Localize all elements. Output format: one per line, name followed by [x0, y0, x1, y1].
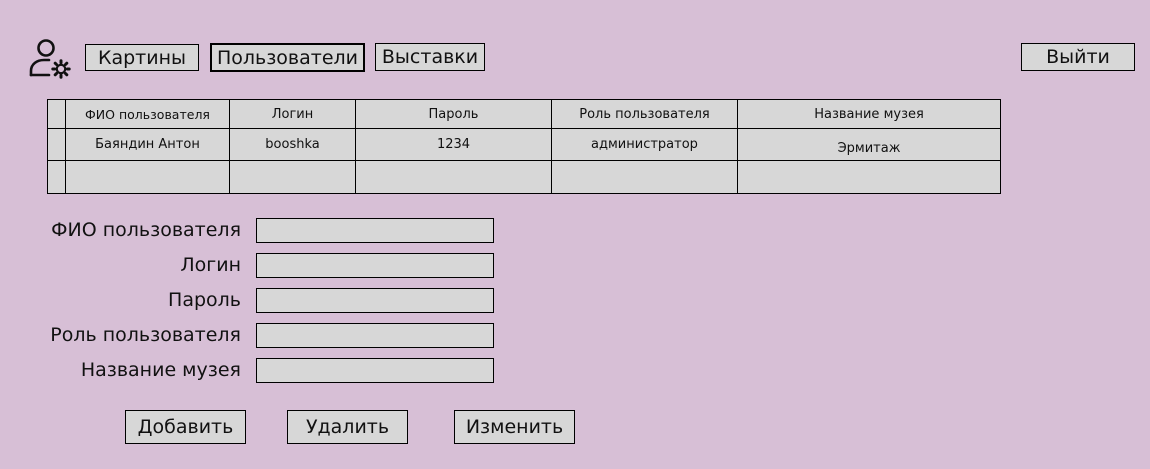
full-name-field[interactable] [256, 218, 494, 243]
museum-field[interactable] [256, 358, 494, 383]
users-table: ФИО пользователя Логин Пароль Роль польз… [47, 99, 1001, 194]
table-cell[interactable]: booshka [229, 128, 356, 161]
table-cell[interactable] [551, 160, 738, 194]
column-header[interactable]: Название музея [737, 99, 1001, 129]
table-cell[interactable] [229, 160, 356, 194]
table-cell[interactable] [65, 160, 230, 194]
row-selector[interactable] [47, 128, 66, 161]
table-header-row: ФИО пользователя Логин Пароль Роль польз… [47, 99, 1001, 129]
password-label: Пароль [168, 289, 241, 311]
role-label: Роль пользователя [50, 324, 241, 346]
column-header[interactable]: Логин [229, 99, 356, 129]
edit-button[interactable]: Изменить [454, 410, 575, 444]
login-field[interactable] [256, 253, 494, 278]
column-header[interactable]: ФИО пользователя [65, 99, 230, 129]
role-field[interactable] [256, 323, 494, 348]
table-cell[interactable] [737, 160, 1001, 194]
login-label: Логин [180, 254, 241, 276]
table-row[interactable] [47, 160, 1001, 194]
nav-paintings-button[interactable]: Картины [85, 44, 199, 71]
table-cell[interactable]: администратор [551, 128, 738, 161]
museum-label: Название музея [80, 359, 241, 381]
logout-button[interactable]: Выйти [1021, 43, 1135, 71]
add-button[interactable]: Добавить [125, 410, 246, 444]
password-field[interactable] [256, 288, 494, 313]
table-cell[interactable]: Баяндин Антон [65, 128, 230, 161]
table-cell[interactable] [355, 160, 552, 194]
user-settings-icon [26, 37, 72, 81]
table-cell[interactable]: 1234 [355, 128, 552, 161]
column-header[interactable]: Пароль [355, 99, 552, 129]
nav-users-button[interactable]: Пользователи [210, 43, 365, 72]
row-header-corner[interactable] [47, 99, 66, 129]
row-selector[interactable] [47, 160, 66, 194]
nav-exhibitions-button[interactable]: Выставки [375, 43, 485, 71]
table-row[interactable]: Баяндин Антон booshka 1234 администратор… [47, 128, 1001, 161]
delete-button[interactable]: Удалить [287, 410, 408, 444]
full-name-label: ФИО пользователя [51, 219, 241, 241]
column-header[interactable]: Роль пользователя [551, 99, 738, 129]
table-cell[interactable]: Эрмитаж [737, 128, 1001, 161]
